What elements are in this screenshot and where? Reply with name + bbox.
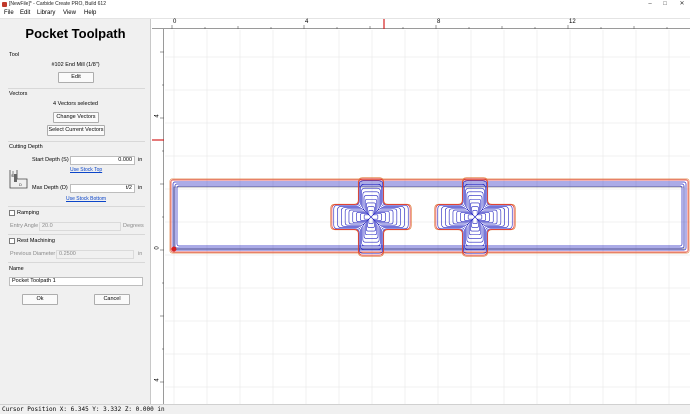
menu-help[interactable]: Help [84, 10, 96, 16]
origin-marker [171, 246, 177, 252]
svg-text:D: D [19, 182, 22, 187]
cutting-depth-heading: Cutting Depth [9, 144, 43, 150]
select-current-vectors-button[interactable]: Select Current Vectors [47, 125, 105, 136]
ruler-ticks-vertical [152, 51, 164, 383]
maximize-icon[interactable]: □ [659, 0, 671, 9]
ruler-vlabel-4: 4 [154, 114, 161, 118]
ruler-label-12: 12 [569, 19, 576, 25]
tool-name: #102 End Mill (1/8") [51, 62, 100, 68]
menu-file[interactable]: File [4, 10, 14, 16]
ruler-vlabel-0: 0 [154, 246, 161, 250]
menu-library[interactable]: Library [37, 10, 55, 16]
previous-diameter-label: Previous Diameter [10, 251, 56, 257]
window-title: [NewFile]* - Carbide Create PRO, Build 6… [9, 1, 106, 7]
outer-toolpath [172, 181, 687, 251]
stock-outline [173, 186, 685, 250]
ramping-label: Ramping [17, 210, 40, 216]
design-canvas[interactable] [165, 30, 690, 404]
use-stock-top-link[interactable]: Use Stock Top [70, 167, 102, 173]
entry-angle-input[interactable]: 20.0 [39, 222, 121, 231]
edit-tool-button[interactable]: Edit [58, 72, 94, 83]
max-depth-input[interactable]: t/2 [70, 184, 135, 193]
ruler-label-4: 4 [305, 19, 309, 25]
change-vectors-button[interactable]: Change Vectors [53, 112, 99, 123]
divider [8, 141, 145, 142]
cursor-position-text: Cursor Position X: 6.345 Y: 3.332 Z: 0.0… [2, 406, 165, 413]
name-heading: Name [9, 266, 24, 272]
start-depth-unit: in [138, 157, 143, 163]
divider [8, 234, 145, 235]
previous-diameter-input[interactable]: 0.2500 [56, 250, 134, 259]
toolpath-name-input[interactable]: Pocket Toolpath 1 [9, 277, 143, 286]
ruler-vlabel-neg4: 4 [154, 378, 161, 382]
use-stock-bottom-link[interactable]: Use Stock Bottom [66, 196, 106, 202]
max-depth-unit: in [138, 185, 143, 191]
menu-view[interactable]: View [63, 10, 76, 16]
status-bar: Cursor Position X: 6.345 Y: 3.332 Z: 0.0… [0, 404, 690, 414]
ruler-ticks [171, 19, 668, 29]
divider [8, 206, 145, 207]
start-depth-label: Start Depth (S) [32, 157, 69, 163]
vertical-ruler: 4 0 4 [152, 29, 164, 404]
previous-diameter-unit: in [138, 251, 143, 257]
toolpath-panel: Pocket Toolpath Tool #102 End Mill (1/8"… [0, 19, 151, 404]
minimize-icon[interactable]: – [644, 0, 656, 9]
svg-text:S: S [11, 173, 14, 178]
ramping-checkbox[interactable] [9, 210, 15, 216]
ruler-label-8: 8 [437, 19, 441, 25]
cancel-button[interactable]: Cancel [94, 294, 130, 305]
vectors-selected-text: 4 Vectors selected [53, 101, 98, 107]
close-icon[interactable]: ✕ [676, 0, 688, 9]
rest-machining-checkbox[interactable] [9, 238, 15, 244]
horizontal-ruler: 0 4 8 12 [152, 19, 690, 29]
entry-angle-label: Entry Angle [10, 223, 39, 229]
panel-title: Pocket Toolpath [25, 26, 126, 41]
divider [8, 88, 145, 89]
ok-button[interactable]: Ok [22, 294, 58, 305]
entry-angle-unit: Degrees [123, 223, 144, 229]
vectors-heading: Vectors [9, 91, 28, 97]
tool-heading: Tool [9, 52, 20, 58]
outer-toolpath [170, 179, 689, 253]
outer-toolpath [169, 178, 690, 254]
outer-toolpath [174, 183, 685, 249]
menu-edit[interactable]: Edit [20, 10, 30, 16]
divider [8, 262, 145, 263]
menu-bar: File Edit Library View Help [0, 9, 690, 19]
title-bar: [NewFile]* - Carbide Create PRO, Build 6… [0, 0, 690, 9]
rest-machining-label: Rest Machining [17, 238, 55, 244]
max-depth-label: Max Depth (D) [32, 185, 68, 191]
canvas-drawing [165, 30, 690, 404]
outer-toolpath [176, 185, 683, 247]
depth-diagram-icon: S D [9, 170, 28, 189]
start-depth-input[interactable]: 0.000 [70, 156, 135, 165]
ruler-label-0: 0 [173, 19, 177, 25]
app-icon [2, 2, 7, 7]
